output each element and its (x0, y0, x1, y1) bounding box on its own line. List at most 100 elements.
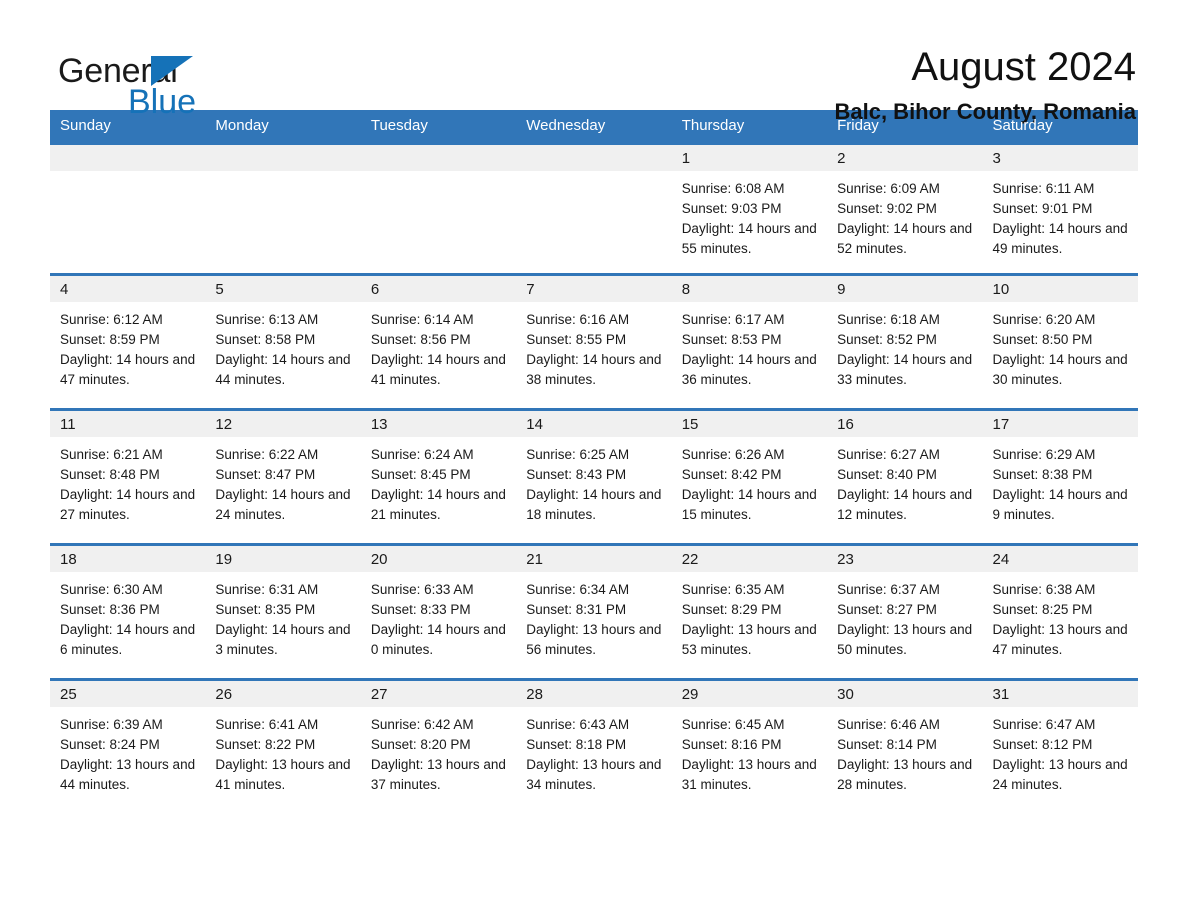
daylight-text: Daylight: 13 hours and 37 minutes. (370, 757, 506, 792)
day-number: 3 (982, 145, 1138, 171)
day-number: 8 (671, 276, 828, 302)
day-details: Sunrise: 6:27 AM Sunset: 8:40 PM Daylight:… (827, 437, 982, 525)
day-number: 16 (827, 411, 983, 437)
sunset-text: Sunset: 8:25 PM (992, 602, 1093, 617)
day-details: Sunrise: 6:26 AM Sunset: 8:42 PM Daylight:… (672, 437, 827, 525)
day-details: Sunrise: 6:31 AM Sunset: 8:35 PM Daylight:… (205, 572, 360, 660)
sunrise-text: Sunrise: 6:21 AM (60, 447, 163, 462)
sunrise-text: Sunrise: 6:11 AM (992, 181, 1095, 196)
sunset-text: Sunset: 9:02 PM (837, 201, 937, 216)
calendar-day-cell[interactable]: 21 Sunrise: 6:34 AM Sunset: 8:31 PM Dayligh… (516, 543, 672, 680)
day-details: Sunrise: 6:46 AM Sunset: 8:14 PM Daylight:… (827, 707, 982, 795)
calendar-day-cell[interactable]: 6 Sunrise: 6:14 AM Sunset: 8:56 PM Daylight… (360, 273, 517, 410)
daylight-text: Daylight: 14 hours and 24 minutes. (215, 487, 351, 522)
day-number: 31 (982, 681, 1138, 707)
sunset-text: Sunset: 8:18 PM (526, 737, 627, 752)
weekday-header-wednesday: Wednesday (516, 110, 672, 144)
sunset-text: Sunset: 8:59 PM (60, 332, 160, 347)
day-details: Sunrise: 6:25 AM Sunset: 8:43 PM Daylight:… (516, 437, 671, 525)
daylight-text: Daylight: 14 hours and 27 minutes. (60, 487, 196, 522)
sunset-text: Sunset: 8:45 PM (370, 467, 471, 482)
calendar-day-cell[interactable]: 17 Sunrise: 6:29 AM Sunset: 8:38 PM Dayligh… (982, 408, 1138, 545)
day-details: Sunrise: 6:11 AM Sunset: 9:01 PM Daylight:… (983, 171, 1138, 259)
daylight-text: Daylight: 14 hours and 33 minutes. (837, 352, 973, 387)
calendar-day-cell[interactable]: 27 Sunrise: 6:42 AM Sunset: 8:20 PM Dayligh… (360, 678, 517, 816)
calendar-day-cell[interactable]: 18 Sunrise: 6:30 AM Sunset: 8:36 PM Dayligh… (50, 543, 206, 680)
calendar-day-cell-empty[interactable] (205, 142, 361, 275)
sunrise-text: Sunrise: 6:34 AM (526, 582, 630, 597)
day-number: 22 (671, 546, 828, 572)
sunrise-text: Sunrise: 6:18 AM (837, 312, 940, 327)
sunset-text: Sunset: 8:12 PM (992, 737, 1093, 752)
title-block: August 2024 Balc, Bihor County, Romania (834, 46, 1138, 124)
daylight-text: Daylight: 14 hours and 36 minutes. (681, 352, 817, 387)
daylight-text: Daylight: 14 hours and 9 minutes. (992, 487, 1128, 522)
calendar-day-cell[interactable]: 15 Sunrise: 6:26 AM Sunset: 8:42 PM Dayligh… (671, 408, 828, 545)
sunset-text: Sunset: 8:14 PM (837, 737, 937, 752)
calendar-day-cell[interactable]: 20 Sunrise: 6:33 AM Sunset: 8:33 PM Dayligh… (360, 543, 517, 680)
calendar-week-row: 25 Sunrise: 6:39 AM Sunset: 8:24 PM Dayligh… (50, 678, 1138, 816)
sunrise-text: Sunrise: 6:47 AM (992, 717, 1096, 732)
sunrise-text: Sunrise: 6:45 AM (681, 717, 785, 732)
daylight-text: Daylight: 14 hours and 18 minutes. (526, 487, 662, 522)
calendar-day-cell[interactable]: 8 Sunrise: 6:17 AM Sunset: 8:53 PM Daylight… (671, 273, 828, 410)
calendar-day-cell[interactable]: 12 Sunrise: 6:22 AM Sunset: 8:47 PM Dayligh… (205, 408, 361, 545)
day-number: 14 (516, 411, 672, 437)
calendar-day-cell[interactable]: 1 Sunrise: 6:08 AM Sunset: 9:03 PM Daylight… (671, 142, 828, 275)
day-number: 9 (827, 276, 983, 302)
calendar-day-cell[interactable]: 9 Sunrise: 6:18 AM Sunset: 8:52 PM Daylight… (827, 273, 983, 410)
sunset-text: Sunset: 8:47 PM (215, 467, 316, 482)
sunset-text: Sunset: 8:50 PM (992, 332, 1093, 347)
sunrise-text: Sunrise: 6:14 AM (370, 312, 474, 327)
daylight-text: Daylight: 14 hours and 44 minutes. (215, 352, 351, 387)
calendar-day-cell[interactable]: 25 Sunrise: 6:39 AM Sunset: 8:24 PM Dayligh… (50, 678, 206, 816)
day-number: 20 (360, 546, 517, 572)
day-number: 12 (205, 411, 361, 437)
sunrise-text: Sunrise: 6:33 AM (370, 582, 474, 597)
calendar-day-cell[interactable]: 22 Sunrise: 6:35 AM Sunset: 8:29 PM Dayligh… (671, 543, 828, 680)
day-number-band (205, 145, 361, 171)
sunrise-text: Sunrise: 6:20 AM (992, 312, 1096, 327)
day-number: 1 (671, 145, 828, 171)
sunrise-text: Sunrise: 6:26 AM (681, 447, 785, 462)
page-title: August 2024 (911, 45, 1136, 89)
calendar-day-cell[interactable]: 28 Sunrise: 6:43 AM Sunset: 8:18 PM Dayligh… (516, 678, 672, 816)
day-number: 28 (516, 681, 672, 707)
calendar-day-cell[interactable]: 26 Sunrise: 6:41 AM Sunset: 8:22 PM Dayligh… (205, 678, 361, 816)
calendar-day-cell[interactable]: 24 Sunrise: 6:38 AM Sunset: 8:25 PM Dayligh… (982, 543, 1138, 680)
sunset-text: Sunset: 8:58 PM (215, 332, 316, 347)
calendar-day-cell[interactable]: 13 Sunrise: 6:24 AM Sunset: 8:45 PM Dayligh… (360, 408, 517, 545)
day-number: 11 (50, 411, 206, 437)
calendar-day-cell[interactable]: 31 Sunrise: 6:47 AM Sunset: 8:12 PM Dayligh… (982, 678, 1138, 816)
calendar-day-cell-empty[interactable] (360, 142, 517, 275)
calendar-day-cell[interactable]: 19 Sunrise: 6:31 AM Sunset: 8:35 PM Dayligh… (205, 543, 361, 680)
calendar-day-cell[interactable]: 5 Sunrise: 6:13 AM Sunset: 8:58 PM Daylight… (205, 273, 361, 410)
day-number: 27 (360, 681, 517, 707)
day-details: Sunrise: 6:20 AM Sunset: 8:50 PM Daylight:… (983, 302, 1138, 390)
day-details: Sunrise: 6:29 AM Sunset: 8:38 PM Daylight:… (983, 437, 1138, 525)
calendar-day-cell[interactable]: 7 Sunrise: 6:16 AM Sunset: 8:55 PM Daylight… (516, 273, 672, 410)
day-number: 13 (360, 411, 517, 437)
calendar-day-cell[interactable]: 11 Sunrise: 6:21 AM Sunset: 8:48 PM Dayligh… (50, 408, 206, 545)
calendar-day-cell[interactable]: 29 Sunrise: 6:45 AM Sunset: 8:16 PM Dayligh… (671, 678, 828, 816)
calendar-day-cell[interactable]: 10 Sunrise: 6:20 AM Sunset: 8:50 PM Dayligh… (982, 273, 1138, 410)
day-details: Sunrise: 6:38 AM Sunset: 8:25 PM Daylight:… (983, 572, 1138, 660)
calendar-day-cell-empty[interactable] (516, 142, 672, 275)
calendar-day-cell[interactable]: 23 Sunrise: 6:37 AM Sunset: 8:27 PM Dayligh… (827, 543, 983, 680)
calendar-day-cell[interactable]: 16 Sunrise: 6:27 AM Sunset: 8:40 PM Dayligh… (827, 408, 983, 545)
calendar-day-cell[interactable]: 30 Sunrise: 6:46 AM Sunset: 8:14 PM Dayligh… (827, 678, 983, 816)
calendar-day-cell[interactable]: 3 Sunrise: 6:11 AM Sunset: 9:01 PM Daylight… (982, 142, 1138, 275)
logo-triangle-icon (151, 56, 193, 86)
day-number: 2 (827, 145, 983, 171)
calendar-day-cell[interactable]: 2 Sunrise: 6:09 AM Sunset: 9:02 PM Daylight… (827, 142, 983, 275)
day-details: Sunrise: 6:08 AM Sunset: 9:03 PM Daylight:… (672, 171, 827, 259)
calendar-day-cell-empty[interactable] (50, 142, 206, 275)
sunset-text: Sunset: 8:27 PM (837, 602, 937, 617)
daylight-text: Daylight: 13 hours and 44 minutes. (60, 757, 196, 792)
day-number: 4 (50, 276, 206, 302)
calendar-page: General Blue August 2024 Balc, Bihor Cou… (0, 0, 1188, 918)
calendar-week-row: 11 Sunrise: 6:21 AM Sunset: 8:48 PM Dayligh… (50, 408, 1138, 545)
calendar-day-cell[interactable]: 4 Sunrise: 6:12 AM Sunset: 8:59 PM Daylight… (50, 273, 206, 410)
calendar-day-cell[interactable]: 14 Sunrise: 6:25 AM Sunset: 8:43 PM Dayligh… (516, 408, 672, 545)
generalblue-logo[interactable]: General Blue (50, 46, 310, 119)
